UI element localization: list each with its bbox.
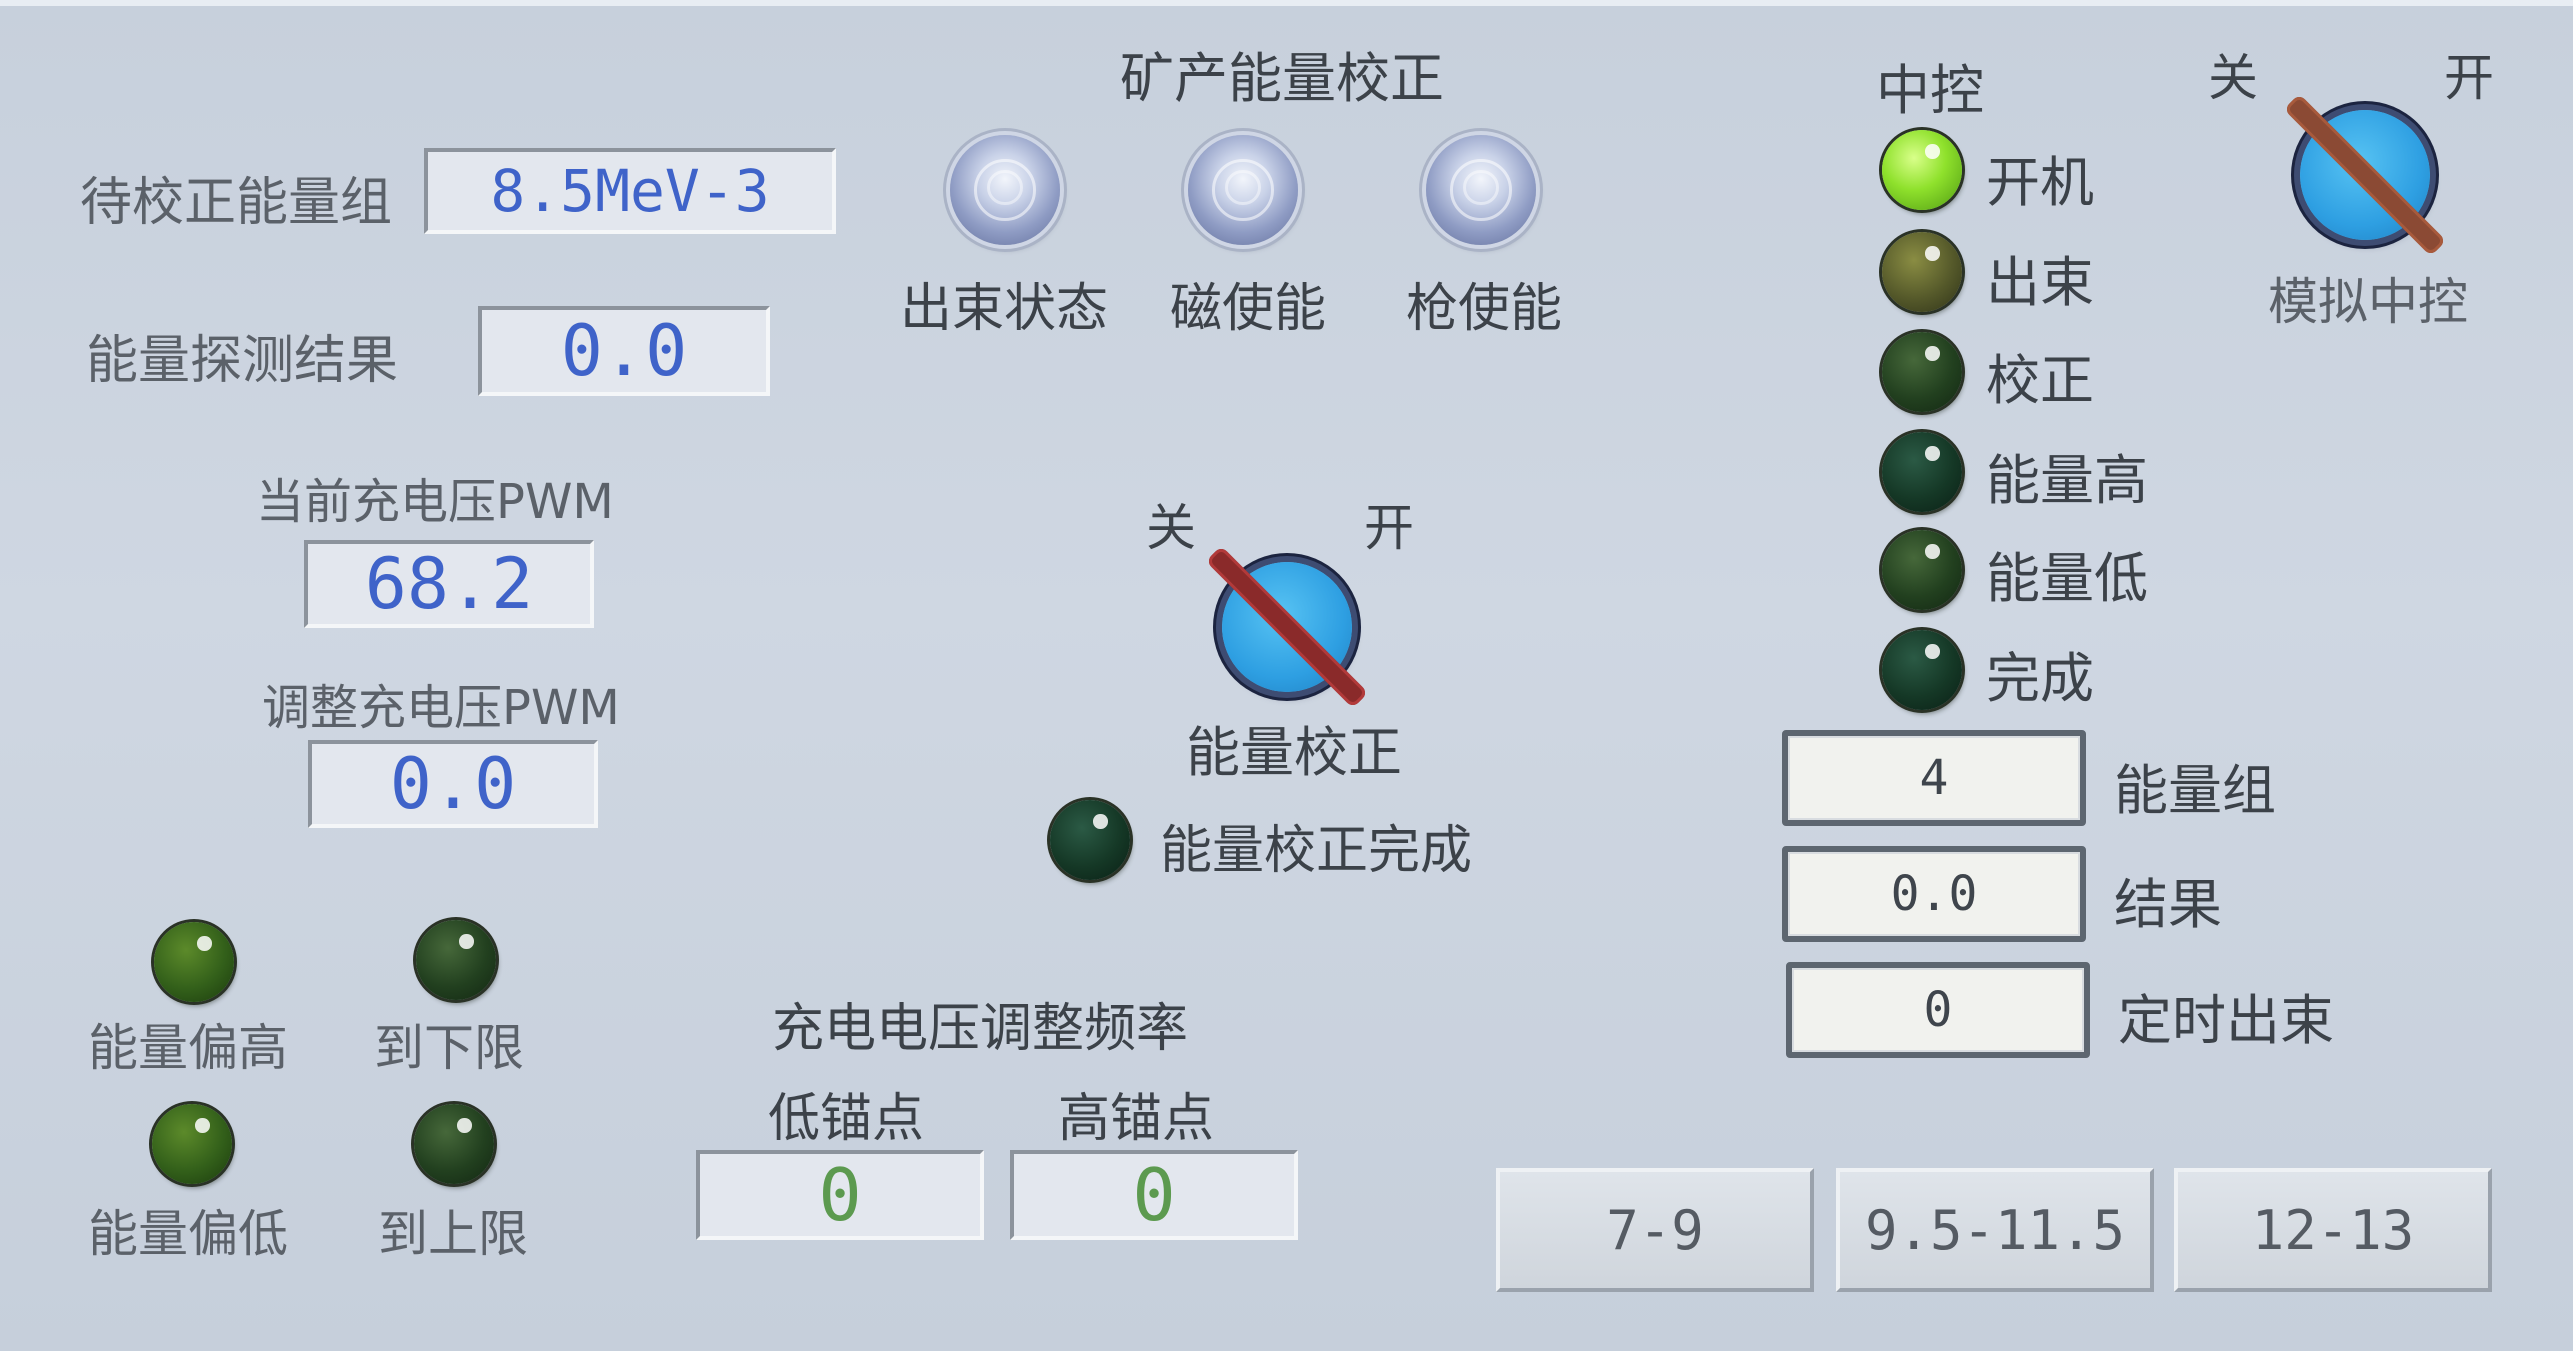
- calibration-done-label: 能量校正完成: [1160, 821, 1473, 881]
- energy-group-label: 能量组: [2114, 759, 2276, 822]
- calibrate-label: 校正: [1986, 349, 2094, 412]
- energy-high-indicator: [154, 922, 234, 1002]
- top-border: [0, 0, 2573, 6]
- calibrate-indicator: [1882, 332, 1962, 412]
- magnet-enable-button[interactable]: [1188, 135, 1298, 245]
- calibration-done-indicator: [1050, 800, 1130, 880]
- low-anchor-label: 低锚点: [768, 1089, 925, 1149]
- central-switch-on-label: 开: [2444, 49, 2494, 107]
- switch-handle: [1205, 545, 1369, 709]
- detect-result-label: 能量探测结果: [86, 331, 399, 391]
- energy-low-central-label: 能量低: [1986, 547, 2148, 610]
- energy-group-value[interactable]: 4: [1782, 730, 2086, 826]
- energy-calibration-switch[interactable]: [1205, 545, 1369, 709]
- switch-handle: [2283, 93, 2447, 257]
- current-pwm-label: 当前充电压PWM: [256, 474, 614, 530]
- magnet-enable-label: 磁使能: [1170, 279, 1327, 339]
- power-on-indicator: [1882, 130, 1962, 210]
- gun-enable-button[interactable]: [1426, 135, 1536, 245]
- beam-status-label: 出束状态: [900, 279, 1109, 339]
- timed-beam-value[interactable]: 0: [1786, 962, 2090, 1058]
- range-12-13-button[interactable]: 12-13: [2174, 1168, 2492, 1292]
- lower-limit-indicator: [416, 920, 496, 1000]
- energy-high-central-indicator: [1882, 432, 1962, 512]
- low-anchor-value[interactable]: 0: [696, 1150, 984, 1240]
- upper-limit-indicator: [414, 1104, 494, 1184]
- beam-out-indicator: [1882, 232, 1962, 312]
- timed-beam-label: 定时出束: [2118, 989, 2334, 1052]
- detect-result-value: 0.0: [478, 306, 770, 396]
- complete-label: 完成: [1986, 647, 2094, 710]
- adjust-pwm-value: 0.0: [308, 740, 598, 828]
- energy-calibration-label: 能量校正: [1186, 721, 1402, 784]
- power-on-label: 开机: [1986, 151, 2094, 214]
- energy-low-label: 能量偏低: [88, 1205, 288, 1263]
- beam-out-label: 出束: [1986, 251, 2094, 314]
- pending-group-value: 8.5MeV-3: [424, 148, 836, 234]
- lower-limit-label: 到下限: [374, 1019, 524, 1077]
- freq-title: 充电电压调整频率: [772, 999, 1189, 1059]
- beam-status-button[interactable]: [950, 135, 1060, 245]
- center-switch-off-label: 关: [1146, 499, 1196, 557]
- central-switch-off-label: 关: [2208, 49, 2258, 107]
- pending-group-label: 待校正能量组: [80, 173, 393, 233]
- complete-indicator: [1882, 630, 1962, 710]
- energy-low-central-indicator: [1882, 530, 1962, 610]
- range-9.5-11.5-button[interactable]: 9.5-11.5: [1836, 1168, 2154, 1292]
- high-anchor-label: 高锚点: [1058, 1089, 1215, 1149]
- calibration-title: 矿产能量校正: [1120, 47, 1444, 110]
- energy-low-indicator: [152, 1104, 232, 1184]
- gun-enable-label: 枪使能: [1406, 279, 1563, 339]
- simulate-central-label: 模拟中控: [2268, 273, 2468, 331]
- current-pwm-value: 68.2: [304, 540, 594, 628]
- high-anchor-value[interactable]: 0: [1010, 1150, 1298, 1240]
- center-switch-on-label: 开: [1364, 499, 1414, 557]
- range-7-9-button[interactable]: 7-9: [1496, 1168, 1814, 1292]
- energy-high-label: 能量偏高: [88, 1019, 288, 1077]
- simulate-central-switch[interactable]: [2283, 93, 2447, 257]
- upper-limit-label: 到上限: [378, 1205, 528, 1263]
- result-label: 结果: [2114, 873, 2222, 936]
- result-value[interactable]: 0.0: [1782, 846, 2086, 942]
- energy-high-central-label: 能量高: [1986, 449, 2148, 512]
- adjust-pwm-label: 调整充电压PWM: [262, 680, 620, 736]
- central-control-title: 中控: [1876, 59, 1984, 122]
